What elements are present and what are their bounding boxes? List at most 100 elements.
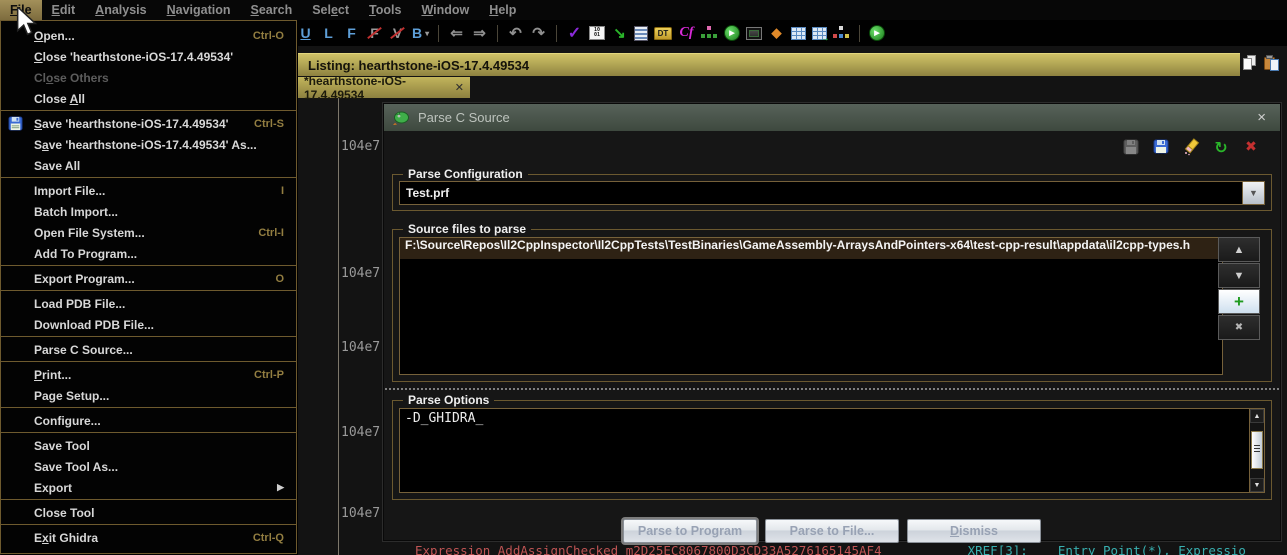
- menu-item-configure[interactable]: Configure...: [1, 410, 296, 431]
- move-up-button[interactable]: ▲: [1218, 237, 1260, 262]
- menu-item-download-pdb-file[interactable]: Download PDB File...: [1, 314, 296, 335]
- import-arrow-icon[interactable]: ↘: [611, 24, 628, 42]
- clear-variable-icon[interactable]: V: [389, 24, 406, 42]
- menu-item-label: Open File System...: [34, 226, 246, 240]
- menu-item-exit-ghidra[interactable]: Exit GhidraCtrl-Q: [1, 527, 296, 548]
- dialog-title: Parse C Source: [418, 110, 510, 125]
- add-file-button[interactable]: +: [1218, 289, 1260, 314]
- menubar-item-search[interactable]: Search: [241, 0, 303, 20]
- tab-close-icon[interactable]: ✕: [455, 81, 464, 94]
- menu-item-shortcut: Ctrl-P: [254, 369, 284, 381]
- menu-item-label: Exit Ghidra: [34, 531, 241, 545]
- menu-item-label: Download PDB File...: [34, 318, 284, 332]
- parse-options-textarea[interactable]: -D_GHIDRA_ ▲ ▼: [399, 408, 1265, 493]
- file-list-buttons: ▲ ▼ + ✖: [1218, 237, 1260, 341]
- menu-item-page-setup[interactable]: Page Setup...: [1, 385, 296, 406]
- scrollbar-thumb[interactable]: [1251, 431, 1263, 469]
- menubar-item-analysis[interactable]: Analysis: [85, 0, 156, 20]
- dialog-close-icon[interactable]: ×: [1251, 109, 1272, 126]
- menu-item-open-file-system[interactable]: Open File System...Ctrl-I: [1, 222, 296, 243]
- byte-viewer-icon[interactable]: 10 01: [589, 26, 605, 40]
- menubar-item-select[interactable]: Select: [302, 0, 359, 20]
- options-scrollbar[interactable]: ▲ ▼: [1249, 409, 1264, 492]
- bookmarks-film-icon[interactable]: [634, 26, 648, 41]
- menu-item-export-program[interactable]: Export Program...O: [1, 268, 296, 289]
- parse-configuration-combobox[interactable]: Test.prf ▼: [399, 181, 1265, 205]
- menubar-item-window[interactable]: Window: [411, 0, 479, 20]
- menu-item-import-file[interactable]: Import File...I: [1, 180, 296, 201]
- refresh-icon[interactable]: ↻: [1212, 138, 1230, 156]
- menu-item-add-to-program[interactable]: Add To Program...: [1, 243, 296, 264]
- menu-item-parse-c-source[interactable]: Parse C Source...: [1, 339, 296, 360]
- copy-icon[interactable]: [1240, 54, 1258, 72]
- memory-chip-icon[interactable]: [746, 27, 762, 40]
- parse-options-group: Parse Options -D_GHIDRA_ ▲ ▼: [392, 400, 1272, 500]
- tab-hearthstone-listing[interactable]: *hearthstone-iOS-17.4.49534 ✕: [298, 77, 470, 98]
- move-down-button[interactable]: ▼: [1218, 263, 1260, 288]
- combobox-dropdown-icon[interactable]: ▼: [1242, 182, 1264, 204]
- redo-icon[interactable]: ↷: [530, 24, 547, 42]
- menu-item-save-hearthstone-ios-17-4-49534[interactable]: Save 'hearthstone-iOS-17.4.49534'Ctrl-S: [1, 113, 296, 134]
- c-function-icon[interactable]: Cf: [678, 24, 695, 42]
- nav-forward-icon[interactable]: ⇒: [471, 24, 488, 42]
- menu-item-save-hearthstone-ios-17-4-49534-as[interactable]: Save 'hearthstone-iOS-17.4.49534' As...: [1, 134, 296, 155]
- menu-item-close-hearthstone-ios-17-4-49534[interactable]: Close 'hearthstone-iOS-17.4.49534': [1, 46, 296, 67]
- menubar-item-tools[interactable]: Tools: [359, 0, 411, 20]
- save-profile-icon[interactable]: [1122, 138, 1140, 156]
- tab-label: *hearthstone-iOS-17.4.49534: [304, 74, 449, 102]
- source-file-item[interactable]: F:\Source\Repos\Il2CppInspector\Il2CppTe…: [400, 238, 1222, 259]
- menu-item-save-all[interactable]: Save All: [1, 155, 296, 176]
- menubar-item-help[interactable]: Help: [479, 0, 526, 20]
- menu-item-batch-import[interactable]: Batch Import...: [1, 201, 296, 222]
- menu-item-label: Save Tool As...: [34, 460, 284, 474]
- menubar-item-edit[interactable]: Edit: [42, 0, 86, 20]
- menu-item-close-others[interactable]: Close Others: [1, 67, 296, 88]
- menu-item-open[interactable]: Open...Ctrl-O: [1, 25, 296, 46]
- menu-item-load-pdb-file[interactable]: Load PDB File...: [1, 293, 296, 314]
- table-view-icon[interactable]: [791, 27, 806, 40]
- bookmark-letter-icon[interactable]: B: [412, 24, 429, 42]
- diamond-icon[interactable]: ◆: [768, 24, 785, 42]
- save-profile-as-icon[interactable]: [1152, 138, 1170, 156]
- underline-letter-icon[interactable]: U: [297, 24, 314, 42]
- menu-item-label: Save Tool: [34, 439, 284, 453]
- group-label: Parse Configuration: [403, 167, 528, 181]
- delete-profile-icon[interactable]: ✖: [1242, 138, 1260, 156]
- remove-file-button[interactable]: ✖: [1218, 315, 1260, 340]
- menu-item-print[interactable]: Print...Ctrl-P: [1, 364, 296, 385]
- menu-item-export[interactable]: Export▶: [1, 477, 296, 498]
- datatype-manager-icon[interactable]: DT: [654, 27, 672, 40]
- menu-item-close-tool[interactable]: Close Tool: [1, 502, 296, 523]
- menu-item-save-tool-as[interactable]: Save Tool As...: [1, 456, 296, 477]
- auto-analyze-check-icon[interactable]: ✓: [566, 24, 583, 42]
- menubar-item-navigation[interactable]: Navigation: [157, 0, 241, 20]
- menu-item-label: Page Setup...: [34, 389, 284, 403]
- scroll-down-icon[interactable]: ▼: [1250, 478, 1264, 492]
- paste-icon[interactable]: [1262, 54, 1280, 72]
- source-files-list[interactable]: F:\Source\Repos\Il2CppInspector\Il2CppTe…: [399, 237, 1223, 375]
- function-letter-icon[interactable]: F: [343, 24, 360, 42]
- group-label: Source files to parse: [403, 222, 531, 236]
- menu-item-save-tool[interactable]: Save Tool: [1, 435, 296, 456]
- undo-icon[interactable]: ↶: [507, 24, 524, 42]
- clear-profile-eraser-icon[interactable]: [1182, 138, 1200, 156]
- menu-item-shortcut: Ctrl-O: [253, 30, 284, 42]
- clear-function-icon[interactable]: F: [366, 24, 383, 42]
- splitter-handle[interactable]: [384, 387, 1280, 392]
- table-export-icon[interactable]: [812, 27, 827, 40]
- toolbar-separator: [556, 25, 557, 42]
- parse-to-program-button[interactable]: Parse to Program: [623, 519, 757, 543]
- symbol-tree-icon[interactable]: [833, 24, 850, 42]
- parse-to-file-button[interactable]: Parse to File...: [765, 519, 899, 543]
- menu-item-label: Close All: [34, 92, 284, 106]
- toolbar-separator: [859, 25, 860, 42]
- run-icon[interactable]: ▶: [724, 25, 740, 41]
- program-tree-icon[interactable]: [701, 24, 718, 42]
- run-script-icon[interactable]: ▶: [869, 25, 885, 41]
- parse-c-source-dialog: Parse C Source × ↻ ✖ Parse Configuration…: [383, 103, 1281, 541]
- scroll-up-icon[interactable]: ▲: [1250, 409, 1264, 423]
- dismiss-button[interactable]: Dismiss: [907, 519, 1041, 543]
- nav-back-icon[interactable]: ⇐: [448, 24, 465, 42]
- menu-item-close-all[interactable]: Close All: [1, 88, 296, 109]
- label-letter-icon[interactable]: L: [320, 24, 337, 42]
